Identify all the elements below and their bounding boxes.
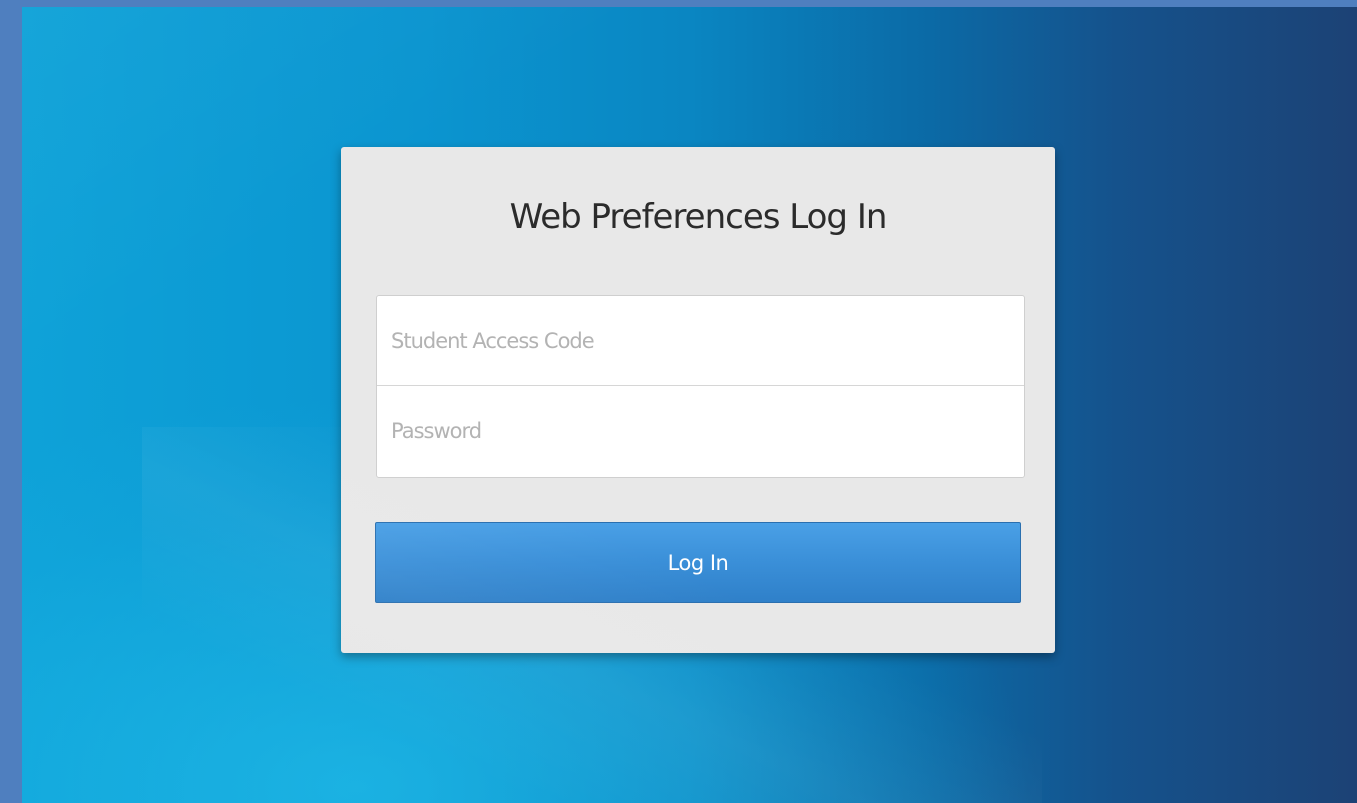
- login-fields: [376, 295, 1025, 478]
- page-title: Web Preferences Log In: [509, 197, 888, 237]
- login-card: Web Preferences Log In Log In: [341, 147, 1055, 653]
- password-field[interactable]: [377, 386, 1024, 476]
- background: Web Preferences Log In Log In: [22, 7, 1357, 803]
- student-access-code-field[interactable]: [377, 296, 1024, 386]
- log-in-button[interactable]: Log In: [375, 522, 1021, 603]
